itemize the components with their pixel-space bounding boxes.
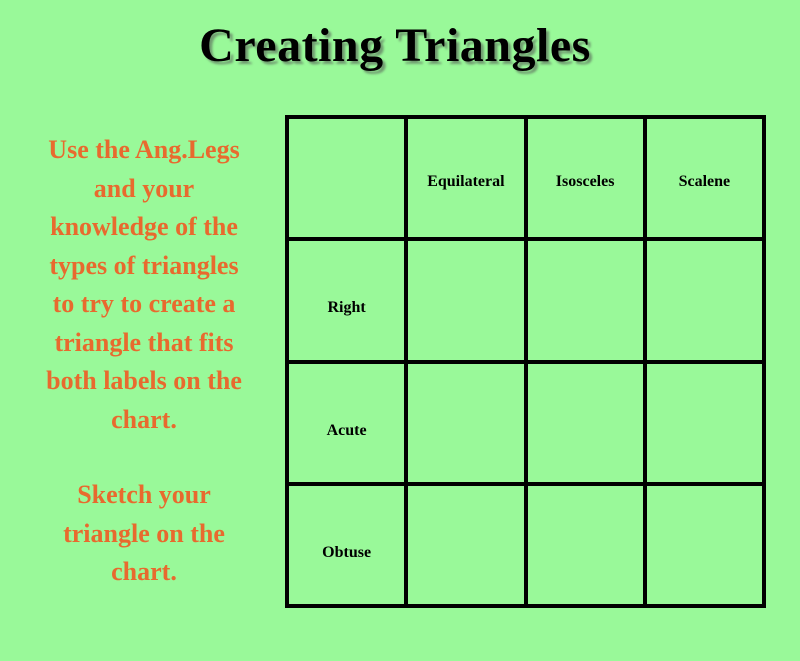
sketch-line: chart. [111, 557, 177, 586]
header-row: Equilateral Isosceles Scalene [284, 114, 767, 242]
instruction-line: triangle that fits [54, 327, 234, 357]
sketch-line: Sketch your [77, 480, 211, 509]
column-header-isosceles: Isosceles [523, 114, 647, 242]
chart-cell[interactable] [642, 237, 767, 364]
chart-cell[interactable] [404, 481, 528, 609]
chart-cell[interactable] [642, 481, 767, 609]
chart-cell[interactable] [404, 359, 528, 486]
sketch-instructions: Sketch your triangle on the chart. [16, 476, 272, 592]
chart-row-right: Right [284, 237, 767, 364]
chart-row-obtuse: Obtuse [284, 481, 767, 609]
instruction-line: Use the Ang.Legs [48, 135, 240, 164]
instruction-line: knowledge of the [50, 212, 238, 241]
instruction-line: both labels on the [46, 366, 242, 395]
instruction-line: chart. [111, 404, 177, 434]
instruction-line: and your [93, 173, 195, 203]
row-header-right: Right [284, 237, 409, 364]
instructions-text: Use the Ang.Legs and your knowledge of t… [16, 131, 272, 439]
instruction-line: types of triangles [49, 250, 239, 280]
chart-row-acute: Acute [284, 359, 767, 486]
chart-cell[interactable] [404, 237, 528, 364]
chart-cell[interactable] [523, 481, 647, 609]
instruction-line: to try to create a [52, 289, 236, 318]
column-header-equilateral: Equilateral [404, 114, 528, 242]
chart-cell[interactable] [523, 359, 647, 486]
column-header-scalene: Scalene [642, 114, 767, 242]
row-header-obtuse: Obtuse [284, 481, 409, 609]
page-title: Creating Triangles [199, 19, 591, 72]
chart-cell[interactable] [642, 359, 767, 486]
corner-cell [284, 114, 409, 242]
chart-cell[interactable] [523, 237, 647, 364]
sketch-line: triangle on the [63, 518, 225, 548]
row-header-acute: Acute [284, 359, 409, 486]
triangle-classification-chart: Equilateral Isosceles Scalene Right Acut… [284, 114, 767, 609]
